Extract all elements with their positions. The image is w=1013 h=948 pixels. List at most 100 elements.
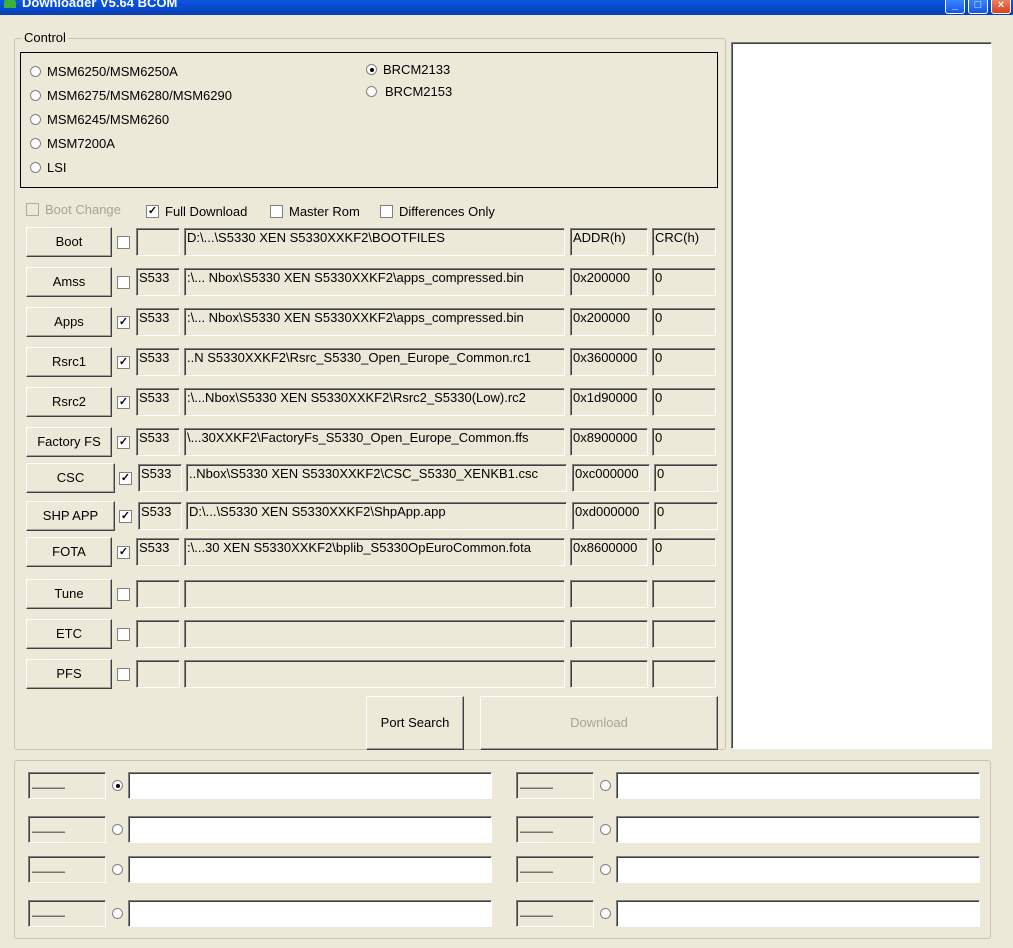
chip-radio[interactable] bbox=[30, 138, 41, 149]
chip-radio[interactable] bbox=[30, 90, 41, 101]
file-enable-checkbox[interactable] bbox=[117, 276, 130, 289]
file-select-button[interactable]: Apps bbox=[26, 307, 112, 337]
file-path-field[interactable]: ..N S5330XXKF2\Rsrc_S5330_Open_Europe_Co… bbox=[184, 348, 565, 376]
file-select-button[interactable]: Boot bbox=[26, 227, 112, 257]
file-path-field[interactable] bbox=[184, 580, 565, 608]
file-path-field[interactable]: :\...Nbox\S5330 XEN S5330XXKF2\Rsrc2_S53… bbox=[184, 388, 565, 416]
file-crc-field[interactable]: 0 bbox=[652, 348, 716, 376]
file-crc-field[interactable]: 0 bbox=[652, 428, 716, 456]
file-select-button[interactable]: Amss bbox=[26, 267, 112, 297]
file-select-button[interactable]: Tune bbox=[26, 579, 112, 609]
port-field[interactable] bbox=[128, 900, 492, 927]
port-field[interactable] bbox=[128, 816, 492, 843]
file-enable-checkbox[interactable] bbox=[117, 628, 130, 641]
chip-radio[interactable] bbox=[366, 64, 377, 75]
file-path-field[interactable] bbox=[184, 660, 565, 688]
file-crc-field[interactable] bbox=[652, 660, 716, 688]
file-enable-checkbox[interactable]: ✓ bbox=[117, 356, 130, 369]
close-button[interactable]: × bbox=[991, 0, 1011, 14]
minimize-button[interactable]: _ bbox=[945, 0, 965, 14]
chip-radio[interactable] bbox=[30, 162, 41, 173]
file-crc-field[interactable]: 0 bbox=[654, 502, 718, 530]
port-radio[interactable] bbox=[600, 824, 611, 835]
file-select-button[interactable]: Rsrc1 bbox=[26, 347, 112, 377]
file-short-field[interactable]: S533 bbox=[136, 348, 180, 376]
log-panel[interactable] bbox=[731, 42, 992, 749]
file-select-button[interactable]: Factory FS bbox=[26, 427, 112, 457]
file-short-field[interactable]: S533 bbox=[136, 538, 180, 566]
file-enable-checkbox[interactable]: ✓ bbox=[119, 510, 132, 523]
file-addr-field[interactable] bbox=[570, 580, 648, 608]
file-short-field[interactable] bbox=[136, 228, 180, 256]
file-path-field[interactable]: :\... Nbox\S5330 XEN S5330XXKF2\apps_com… bbox=[184, 268, 565, 296]
file-enable-checkbox[interactable]: ✓ bbox=[117, 316, 130, 329]
port-field[interactable] bbox=[616, 772, 980, 799]
port-radio[interactable] bbox=[112, 908, 123, 919]
port-search-button[interactable]: Port Search bbox=[366, 696, 464, 750]
file-select-button[interactable]: FOTA bbox=[26, 537, 112, 567]
file-short-field[interactable]: S533 bbox=[136, 308, 180, 336]
file-enable-checkbox[interactable]: ✓ bbox=[117, 546, 130, 559]
maximize-button[interactable]: □ bbox=[968, 0, 988, 14]
file-short-field[interactable] bbox=[136, 660, 180, 688]
download-button[interactable]: Download bbox=[480, 696, 718, 750]
file-crc-field[interactable] bbox=[652, 580, 716, 608]
port-field[interactable] bbox=[128, 772, 492, 799]
port-radio[interactable] bbox=[112, 824, 123, 835]
chip-radio[interactable] bbox=[30, 114, 41, 125]
full-download-checkbox[interactable]: ✓ bbox=[146, 205, 159, 218]
file-short-field[interactable]: S533 bbox=[136, 388, 180, 416]
file-crc-field[interactable]: 0 bbox=[652, 268, 716, 296]
file-addr-field[interactable]: ADDR(h) bbox=[570, 228, 648, 256]
file-addr-field[interactable]: 0x8600000 bbox=[570, 538, 648, 566]
file-addr-field[interactable]: 0x1d90000 bbox=[570, 388, 648, 416]
port-field[interactable] bbox=[616, 900, 980, 927]
file-short-field[interactable]: S533 bbox=[136, 428, 180, 456]
file-select-button[interactable]: Rsrc2 bbox=[26, 387, 112, 417]
file-path-field[interactable]: :\... Nbox\S5330 XEN S5330XXKF2\apps_com… bbox=[184, 308, 565, 336]
file-path-field[interactable]: D:\...\S5330 XEN S5330XXKF2\BOOTFILES bbox=[184, 228, 565, 256]
file-short-field[interactable] bbox=[136, 580, 180, 608]
file-path-field[interactable] bbox=[184, 620, 565, 648]
port-radio[interactable] bbox=[600, 864, 611, 875]
file-enable-checkbox[interactable] bbox=[117, 668, 130, 681]
chip-radio[interactable] bbox=[366, 86, 377, 97]
boot-change-checkbox[interactable] bbox=[26, 203, 39, 216]
file-addr-field[interactable]: 0x8900000 bbox=[570, 428, 648, 456]
port-radio[interactable] bbox=[112, 780, 123, 791]
port-radio[interactable] bbox=[600, 908, 611, 919]
file-select-button[interactable]: ETC bbox=[26, 619, 112, 649]
file-enable-checkbox[interactable] bbox=[117, 236, 130, 249]
file-addr-field[interactable]: 0x200000 bbox=[570, 308, 648, 336]
file-enable-checkbox[interactable]: ✓ bbox=[117, 436, 130, 449]
file-addr-field[interactable]: 0xd000000 bbox=[572, 502, 650, 530]
port-radio[interactable] bbox=[112, 864, 123, 875]
master-rom-checkbox[interactable] bbox=[270, 205, 283, 218]
file-crc-field[interactable]: 0 bbox=[652, 308, 716, 336]
file-path-field[interactable]: D:\...\S5330 XEN S5330XXKF2\ShpApp.app bbox=[186, 502, 567, 530]
file-short-field[interactable] bbox=[136, 620, 180, 648]
file-crc-field[interactable] bbox=[652, 620, 716, 648]
file-addr-field[interactable]: 0x200000 bbox=[570, 268, 648, 296]
file-enable-checkbox[interactable]: ✓ bbox=[119, 472, 132, 485]
file-addr-field[interactable]: 0x3600000 bbox=[570, 348, 648, 376]
chip-radio[interactable] bbox=[30, 66, 41, 77]
file-select-button[interactable]: CSC bbox=[26, 463, 115, 493]
file-select-button[interactable]: PFS bbox=[26, 659, 112, 689]
file-path-field[interactable]: :\...30 XEN S5330XXKF2\bplib_S5330OpEuro… bbox=[184, 538, 565, 566]
file-path-field[interactable]: ..Nbox\S5330 XEN S5330XXKF2\CSC_S5330_XE… bbox=[186, 464, 567, 492]
file-select-button[interactable]: SHP APP bbox=[26, 501, 115, 531]
file-crc-field[interactable]: 0 bbox=[652, 388, 716, 416]
port-field[interactable] bbox=[128, 856, 492, 883]
file-crc-field[interactable]: 0 bbox=[654, 464, 718, 492]
file-enable-checkbox[interactable]: ✓ bbox=[117, 396, 130, 409]
differences-only-checkbox[interactable] bbox=[380, 205, 393, 218]
file-short-field[interactable]: S533 bbox=[138, 502, 182, 530]
port-field[interactable] bbox=[616, 816, 980, 843]
file-short-field[interactable]: S533 bbox=[136, 268, 180, 296]
file-addr-field[interactable]: 0xc000000 bbox=[572, 464, 650, 492]
file-crc-field[interactable]: 0 bbox=[652, 538, 716, 566]
file-enable-checkbox[interactable] bbox=[117, 588, 130, 601]
port-radio[interactable] bbox=[600, 780, 611, 791]
port-field[interactable] bbox=[616, 856, 980, 883]
